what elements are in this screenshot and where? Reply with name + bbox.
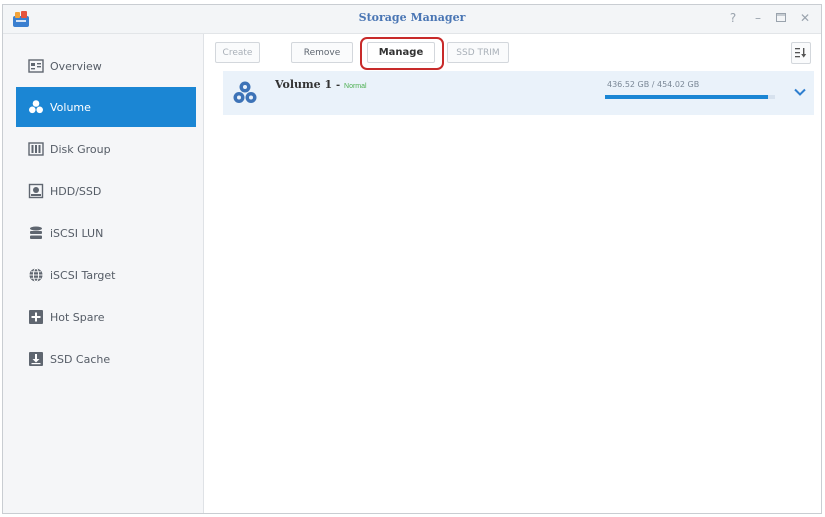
sidebar-item-hot-spare[interactable]: Hot Spare xyxy=(16,297,196,337)
sidebar-item-label: Disk Group xyxy=(50,142,111,156)
download-icon xyxy=(29,352,43,366)
overview-icon xyxy=(28,59,44,73)
volume-icon xyxy=(29,100,43,114)
help-icon[interactable]: ? xyxy=(725,10,741,26)
sidebar-item-disk-group[interactable]: Disk Group xyxy=(16,129,196,169)
database-icon xyxy=(30,226,42,239)
ssd-trim-button[interactable]: SSD TRIM xyxy=(447,42,509,63)
title-bar: Storage Manager ? – ✕ xyxy=(3,5,821,34)
volume-usage-bar-fill xyxy=(605,95,769,99)
volume-row[interactable]: Volume 1 - Normal 436.52 GB / 454.02 GB xyxy=(223,71,814,115)
globe-icon xyxy=(29,268,43,282)
sidebar-item-iscsi-target[interactable]: iSCSI Target xyxy=(16,255,196,295)
main-panel: Create Remove Manage SSD TRIM Volume 1 -… xyxy=(204,34,821,513)
volume-status-badge: Normal xyxy=(344,83,367,90)
hdd-icon xyxy=(28,183,44,199)
manage-button[interactable]: Manage xyxy=(367,42,435,63)
sidebar-item-overview[interactable]: Overview xyxy=(16,46,196,86)
sidebar-item-label: Overview xyxy=(50,59,102,73)
volume-name: Volume 1 - Normal xyxy=(275,78,367,91)
volume-usage-bar xyxy=(605,95,775,99)
volume-usage-text: 436.52 GB / 454.02 GB xyxy=(607,80,700,89)
sidebar-item-hdd-ssd[interactable]: HDD/SSD xyxy=(16,171,196,211)
maximize-icon[interactable] xyxy=(773,10,789,26)
toolbar: Create Remove Manage SSD TRIM xyxy=(215,37,813,70)
plus-icon xyxy=(29,310,43,324)
list-sort-icon[interactable] xyxy=(791,42,811,64)
sidebar-item-label: Hot Spare xyxy=(50,310,105,324)
sidebar-item-volume[interactable]: Volume xyxy=(16,87,196,127)
storage-manager-window: Storage Manager ? – ✕ Overview Volume Di… xyxy=(2,4,822,514)
sidebar-item-ssd-cache[interactable]: SSD Cache xyxy=(16,339,196,379)
sidebar-item-label: iSCSI Target xyxy=(50,268,116,282)
volume-name-text: Volume 1 xyxy=(275,78,333,91)
window-title: Storage Manager xyxy=(358,11,466,24)
sidebar-item-label: Volume xyxy=(50,100,91,114)
sidebar-item-label: SSD Cache xyxy=(50,352,111,366)
disk-group-icon xyxy=(28,142,44,156)
create-button[interactable]: Create xyxy=(215,42,260,63)
volume-icon xyxy=(233,81,257,103)
remove-button[interactable]: Remove xyxy=(291,42,353,63)
chevron-down-icon[interactable] xyxy=(793,85,807,99)
close-icon[interactable]: ✕ xyxy=(797,10,813,26)
minimize-icon[interactable]: – xyxy=(750,10,766,26)
sidebar: Overview Volume Disk Group HDD/SSD iSCSI… xyxy=(3,34,204,513)
sidebar-item-label: iSCSI LUN xyxy=(50,226,104,240)
sidebar-item-label: HDD/SSD xyxy=(50,184,102,198)
sidebar-item-iscsi-lun[interactable]: iSCSI LUN xyxy=(16,213,196,253)
volume-separator: - xyxy=(336,80,341,91)
